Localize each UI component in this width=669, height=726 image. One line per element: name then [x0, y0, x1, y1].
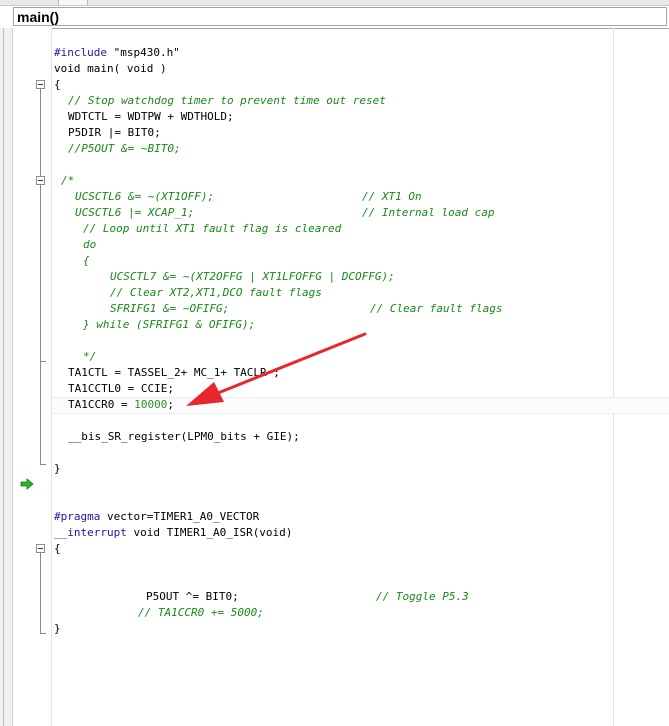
code-comment[interactable]: // Internal load cap — [362, 206, 494, 220]
code-comment[interactable]: { — [83, 254, 90, 268]
code-line[interactable]: } — [54, 622, 61, 636]
code-comment[interactable]: // Clear XT2,XT1,DCO fault flags — [110, 286, 322, 300]
code-line[interactable]: TA1CCR0 = 10000; — [68, 398, 174, 412]
numeric-literal: 10000 — [134, 398, 168, 411]
code-comment[interactable]: // TA1CCR0 += 5000; — [138, 606, 264, 620]
code-text: void TIMER1_A0_ISR(void) — [126, 526, 293, 539]
code-line[interactable]: P5DIR |= BIT0; — [68, 126, 161, 140]
fold-end-marker — [40, 464, 46, 465]
code-comment[interactable]: // Toggle P5.3 — [376, 590, 469, 604]
fold-minus-icon[interactable] — [36, 544, 45, 553]
function-bar: main() — [0, 6, 669, 29]
current-execution-arrow-icon — [20, 478, 34, 490]
code-line[interactable]: #pragma vector=TIMER1_A0_VECTOR — [54, 510, 259, 524]
code-line[interactable]: TA1CCTL0 = CCIE; — [68, 382, 174, 396]
fold-end-marker — [40, 633, 46, 634]
preprocessor-keyword: #pragma — [54, 510, 101, 523]
code-line[interactable]: } — [54, 462, 61, 476]
code-text: vector=TIMER1_A0_VECTOR — [100, 510, 260, 523]
code-text: ; — [167, 398, 174, 411]
fold-end-marker — [40, 361, 46, 362]
code-comment[interactable]: // XT1 On — [362, 190, 422, 204]
fold-minus-icon[interactable] — [36, 80, 45, 89]
code-comment[interactable]: UCSCTL6 &= ~(XT1OFF); — [75, 190, 214, 204]
code-text: "msp430.h" — [106, 46, 180, 59]
code-line[interactable]: #include "msp430.h" — [54, 46, 180, 60]
editor-gutter — [13, 28, 52, 726]
code-line[interactable]: WDTCTL = WDTPW + WDTHOLD; — [68, 110, 234, 124]
code-comment[interactable]: UCSCTL7 &= ~(XT2OFFG | XT1LFOFFG | DCOFF… — [110, 270, 395, 284]
right-margin-guide — [613, 28, 614, 726]
code-comment[interactable]: // Stop watchdog timer to prevent time o… — [68, 94, 386, 108]
code-line[interactable]: { — [54, 78, 61, 92]
fold-range-line — [40, 89, 41, 464]
code-line[interactable]: void main( void ) — [54, 62, 167, 76]
code-text: TA1CCR0 = — [68, 398, 135, 411]
interrupt-keyword: __interrupt — [54, 526, 127, 539]
function-combo-value: main() — [17, 9, 59, 25]
code-line[interactable]: { — [54, 542, 61, 556]
code-line[interactable]: __interrupt void TIMER1_A0_ISR(void) — [54, 526, 292, 540]
code-comment[interactable]: UCSCTL6 |= XCAP_1; — [75, 206, 194, 220]
code-line[interactable]: __bis_SR_register(LPM0_bits + GIE); — [68, 430, 300, 444]
fold-range-line — [40, 553, 41, 633]
code-comment[interactable]: /* — [61, 174, 74, 188]
function-combo[interactable]: main() — [13, 7, 667, 26]
code-comment[interactable]: */ — [83, 350, 96, 364]
red-annotation-arrow — [186, 332, 367, 406]
left-edge-panel — [0, 28, 13, 726]
code-comment[interactable]: //P5OUT &= ~BIT0; — [68, 142, 181, 156]
code-line[interactable]: P5OUT ^= BIT0; — [146, 590, 239, 604]
fold-minus-icon[interactable] — [36, 176, 45, 185]
code-editor-window: main() #include "msp430.h" void main( vo… — [0, 0, 669, 726]
tab-edge[interactable] — [58, 0, 88, 5]
code-comment[interactable]: // Clear fault flags — [370, 302, 502, 316]
code-comment[interactable]: // Loop until XT1 fault flag is cleared — [83, 222, 341, 236]
code-comment[interactable]: SFRIFG1 &= ~OFIFG; — [110, 302, 229, 316]
code-comment[interactable]: do — [83, 238, 96, 252]
preprocessor-keyword: #include — [54, 46, 107, 59]
left-edge-divider — [3, 28, 4, 726]
